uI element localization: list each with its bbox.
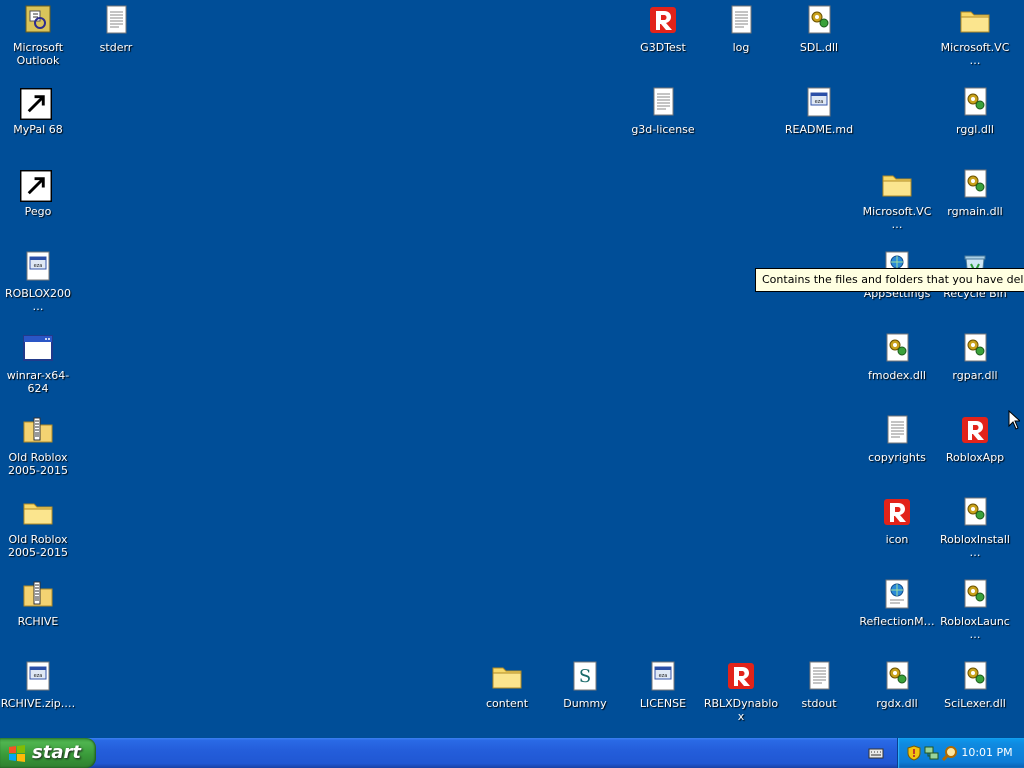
desktop[interactable]: Microsoft Outlook MyPal 68 Pego eza ROBL… [0, 0, 1024, 738]
dll-icon [959, 496, 991, 528]
svg-text:S: S [579, 666, 591, 687]
microsoft-outlook-icon[interactable]: Microsoft Outlook [0, 4, 76, 67]
text-file-icon [100, 4, 132, 36]
taskbar: start 10:01 PM [0, 738, 1024, 768]
copyrights-icon[interactable]: copyrights [859, 414, 935, 464]
rgpar-dll-icon[interactable]: rgpar.dll [937, 332, 1013, 382]
mypal-68-icon[interactable]: MyPal 68 [0, 86, 76, 136]
text-file-icon [647, 86, 679, 118]
g3d-license-icon[interactable]: g3d-license [625, 86, 701, 136]
zip-folder-icon [22, 578, 54, 610]
icon-file-icon[interactable]: icon [859, 496, 935, 546]
winrar-x64-624-icon[interactable]: winrar-x64-624 [0, 332, 76, 395]
script-icon: S [569, 660, 601, 692]
document-icon: eza [647, 660, 679, 692]
document-icon: eza [803, 86, 835, 118]
dll-icon [881, 660, 913, 692]
old-roblox-folder-icon[interactable]: Old Roblox 2005-2015 [0, 496, 76, 559]
search-icon[interactable] [942, 745, 958, 761]
roblox-icon [881, 496, 913, 528]
folder-icon [881, 168, 913, 200]
shortcut-arrow-icon [20, 88, 52, 120]
folder-icon [959, 4, 991, 36]
roblox-icon [647, 4, 679, 36]
svg-text:eza: eza [815, 99, 824, 105]
readme-icon[interactable]: eza README.md [781, 86, 857, 136]
document-icon: eza [22, 660, 54, 692]
fmodex-dll-icon[interactable]: fmodex.dll [859, 332, 935, 382]
g3dtest-icon[interactable]: G3DTest [625, 4, 701, 54]
log-icon[interactable]: log [703, 4, 779, 54]
svg-text:eza: eza [34, 673, 43, 679]
stdout-icon[interactable]: stdout [781, 660, 857, 710]
windows-flag-icon [9, 745, 25, 762]
shortcut-arrow-icon [20, 170, 52, 202]
system-tray: 10:01 PM [897, 738, 1024, 768]
folder-icon [22, 496, 54, 528]
pego-icon [20, 168, 54, 202]
dll-icon [959, 168, 991, 200]
rgdx-dll-icon[interactable]: rgdx.dll [859, 660, 935, 710]
network-icon[interactable] [924, 745, 940, 761]
roblox-icon [959, 414, 991, 446]
dll-icon [959, 660, 991, 692]
rgmain-dll-icon[interactable]: rgmain.dll [937, 168, 1013, 218]
old-roblox-zip-icon[interactable]: Old Roblox 2005-2015 [0, 414, 76, 477]
microsoft-vc-folder-2-icon[interactable]: Microsoft.VC… [859, 168, 935, 231]
svg-text:eza: eza [34, 263, 43, 269]
license-icon[interactable]: eza LICENSE [625, 660, 701, 710]
folder-icon [491, 660, 523, 692]
dll-icon [959, 332, 991, 364]
mypal-icon [20, 86, 54, 120]
rchive-zip-folder-icon[interactable]: RCHIVE [0, 578, 76, 628]
zip-folder-icon [22, 414, 54, 446]
roblox200-file-icon[interactable]: eza ROBLOX200… [0, 250, 76, 313]
recycle-bin-tooltip: Contains the files and folders that you … [755, 268, 1024, 292]
rchive-zip-file-icon[interactable]: eza RCHIVE.zip.… [0, 660, 76, 710]
robloxinstall-icon[interactable]: RobloxInstall… [937, 496, 1013, 559]
start-label: start [32, 742, 81, 763]
text-file-icon [803, 660, 835, 692]
robloxlaunc-icon[interactable]: RobloxLaunc… [937, 578, 1013, 641]
content-folder-icon[interactable]: content [469, 660, 545, 710]
text-file-icon [881, 414, 913, 446]
application-icon [22, 332, 54, 364]
dll-icon [803, 4, 835, 36]
rblxdynablox-icon[interactable]: RBLXDynablox [703, 660, 779, 723]
keyboard-language-icon[interactable] [868, 746, 884, 760]
svg-text:eza: eza [659, 673, 668, 679]
start-button[interactable]: start [0, 738, 96, 768]
dummy-icon[interactable]: S Dummy [547, 660, 623, 710]
mouse-cursor-icon [1008, 410, 1020, 430]
sdl-dll-icon[interactable]: SDL.dll [781, 4, 857, 54]
roblox-icon [725, 660, 757, 692]
text-file-icon [725, 4, 757, 36]
rggl-dll-icon[interactable]: rggl.dll [937, 86, 1013, 136]
dll-icon [881, 332, 913, 364]
scilexer-dll-icon[interactable]: SciLexer.dll [937, 660, 1013, 710]
xml-icon [881, 578, 913, 610]
document-icon: eza [22, 250, 54, 282]
outlook-icon [22, 4, 54, 36]
clock[interactable]: 10:01 PM [960, 738, 1014, 768]
dll-icon [959, 578, 991, 610]
dll-icon [959, 86, 991, 118]
reflectionm-icon[interactable]: ReflectionM… [859, 578, 935, 628]
robloxapp-icon[interactable]: RobloxApp [937, 414, 1013, 464]
microsoft-vc-folder-1-icon[interactable]: Microsoft.VC… [937, 4, 1013, 67]
security-shield-icon[interactable] [906, 745, 922, 761]
stderr-icon[interactable]: stderr [78, 4, 154, 54]
pego-icon-item[interactable]: Pego [0, 168, 76, 218]
